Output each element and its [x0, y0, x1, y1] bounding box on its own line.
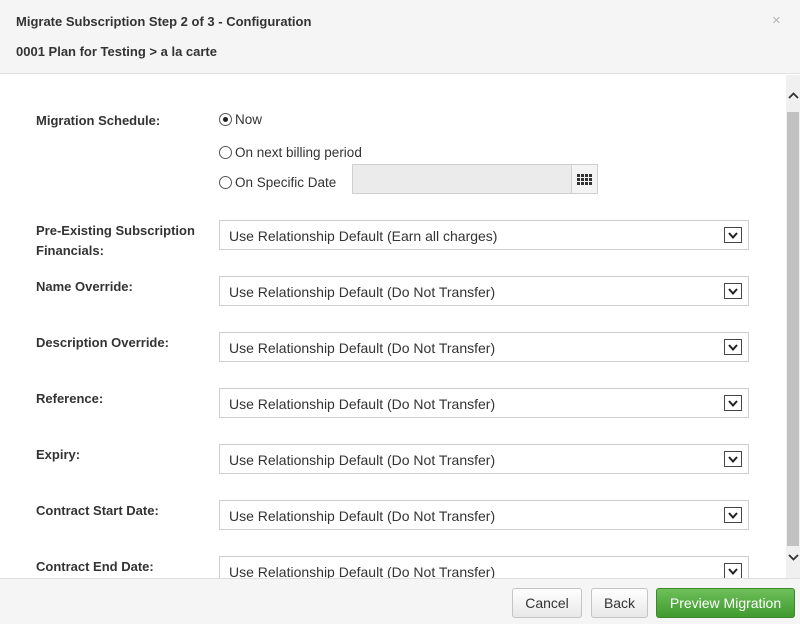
description-override-select[interactable]: Use Relationship Default (Do Not Transfe… — [219, 332, 749, 362]
radio-now[interactable]: Now — [219, 112, 262, 127]
dropdown-arrow-icon[interactable] — [724, 563, 742, 578]
dialog-title: Migrate Subscription Step 2 of 3 - Confi… — [16, 14, 312, 29]
dropdown-arrow-icon[interactable] — [724, 339, 742, 355]
radio-specific-date-button[interactable] — [219, 176, 232, 189]
calendar-button[interactable] — [571, 164, 598, 194]
dropdown-arrow-icon[interactable] — [724, 507, 742, 523]
financials-select[interactable]: Use Relationship Default (Earn all charg… — [219, 220, 749, 250]
scroll-up-icon[interactable] — [786, 87, 800, 104]
dropdown-arrow-icon[interactable] — [724, 227, 742, 243]
description-override-label: Description Override: — [36, 335, 169, 350]
radio-next-billing-button[interactable] — [219, 146, 232, 159]
dialog-footer: Cancel Back Preview Migration — [0, 578, 800, 624]
financials-label-line1: Pre-Existing Subscription — [36, 223, 195, 238]
close-icon[interactable]: × — [772, 12, 781, 29]
name-override-select[interactable]: Use Relationship Default (Do Not Transfe… — [219, 276, 749, 306]
dropdown-arrow-icon[interactable] — [724, 395, 742, 411]
dialog-body: Migration Schedule: Now On next billing … — [0, 75, 786, 578]
back-button[interactable]: Back — [591, 588, 648, 618]
vertical-scrollbar[interactable] — [786, 75, 800, 578]
cancel-button[interactable]: Cancel — [512, 588, 582, 618]
radio-now-button[interactable] — [219, 113, 232, 126]
scroll-thumb[interactable] — [787, 112, 799, 546]
contract-end-date-select[interactable]: Use Relationship Default (Do Not Transfe… — [219, 556, 749, 578]
preview-migration-button[interactable]: Preview Migration — [656, 588, 795, 618]
reference-select-value: Use Relationship Default (Do Not Transfe… — [229, 396, 496, 412]
calendar-icon — [577, 173, 592, 185]
dialog-subtitle: 0001 Plan for Testing > a la carte — [16, 44, 217, 59]
radio-specific-date[interactable]: On Specific Date — [219, 175, 336, 190]
expiry-label: Expiry: — [36, 447, 81, 462]
scroll-down-icon[interactable] — [786, 549, 800, 566]
radio-now-label: Now — [235, 112, 263, 127]
migration-schedule-label: Migration Schedule: — [36, 113, 161, 128]
name-override-select-value: Use Relationship Default (Do Not Transfe… — [229, 284, 496, 300]
dropdown-arrow-icon[interactable] — [724, 283, 742, 299]
financials-label: Pre-Existing Subscription Financials: — [36, 221, 195, 261]
expiry-select-value: Use Relationship Default (Do Not Transfe… — [229, 452, 496, 468]
reference-label: Reference: — [36, 391, 104, 406]
contract-end-date-label: Contract End Date: — [36, 559, 154, 574]
financials-label-line2: Financials: — [36, 243, 104, 258]
radio-specific-date-label: On Specific Date — [235, 175, 337, 190]
radio-next-billing-label: On next billing period — [235, 145, 362, 160]
expiry-select[interactable]: Use Relationship Default (Do Not Transfe… — [219, 444, 749, 474]
contract-end-date-select-value: Use Relationship Default (Do Not Transfe… — [229, 564, 496, 578]
financials-select-value: Use Relationship Default (Earn all charg… — [229, 228, 498, 244]
dialog-header: Migrate Subscription Step 2 of 3 - Confi… — [0, 0, 800, 74]
description-override-select-value: Use Relationship Default (Do Not Transfe… — [229, 340, 496, 356]
name-override-label: Name Override: — [36, 279, 133, 294]
contract-start-date-label: Contract Start Date: — [36, 503, 159, 518]
radio-next-billing[interactable]: On next billing period — [219, 145, 362, 160]
contract-start-date-select-value: Use Relationship Default (Do Not Transfe… — [229, 508, 496, 524]
specific-date-input[interactable] — [352, 164, 571, 194]
contract-start-date-select[interactable]: Use Relationship Default (Do Not Transfe… — [219, 500, 749, 530]
dropdown-arrow-icon[interactable] — [724, 451, 742, 467]
reference-select[interactable]: Use Relationship Default (Do Not Transfe… — [219, 388, 749, 418]
